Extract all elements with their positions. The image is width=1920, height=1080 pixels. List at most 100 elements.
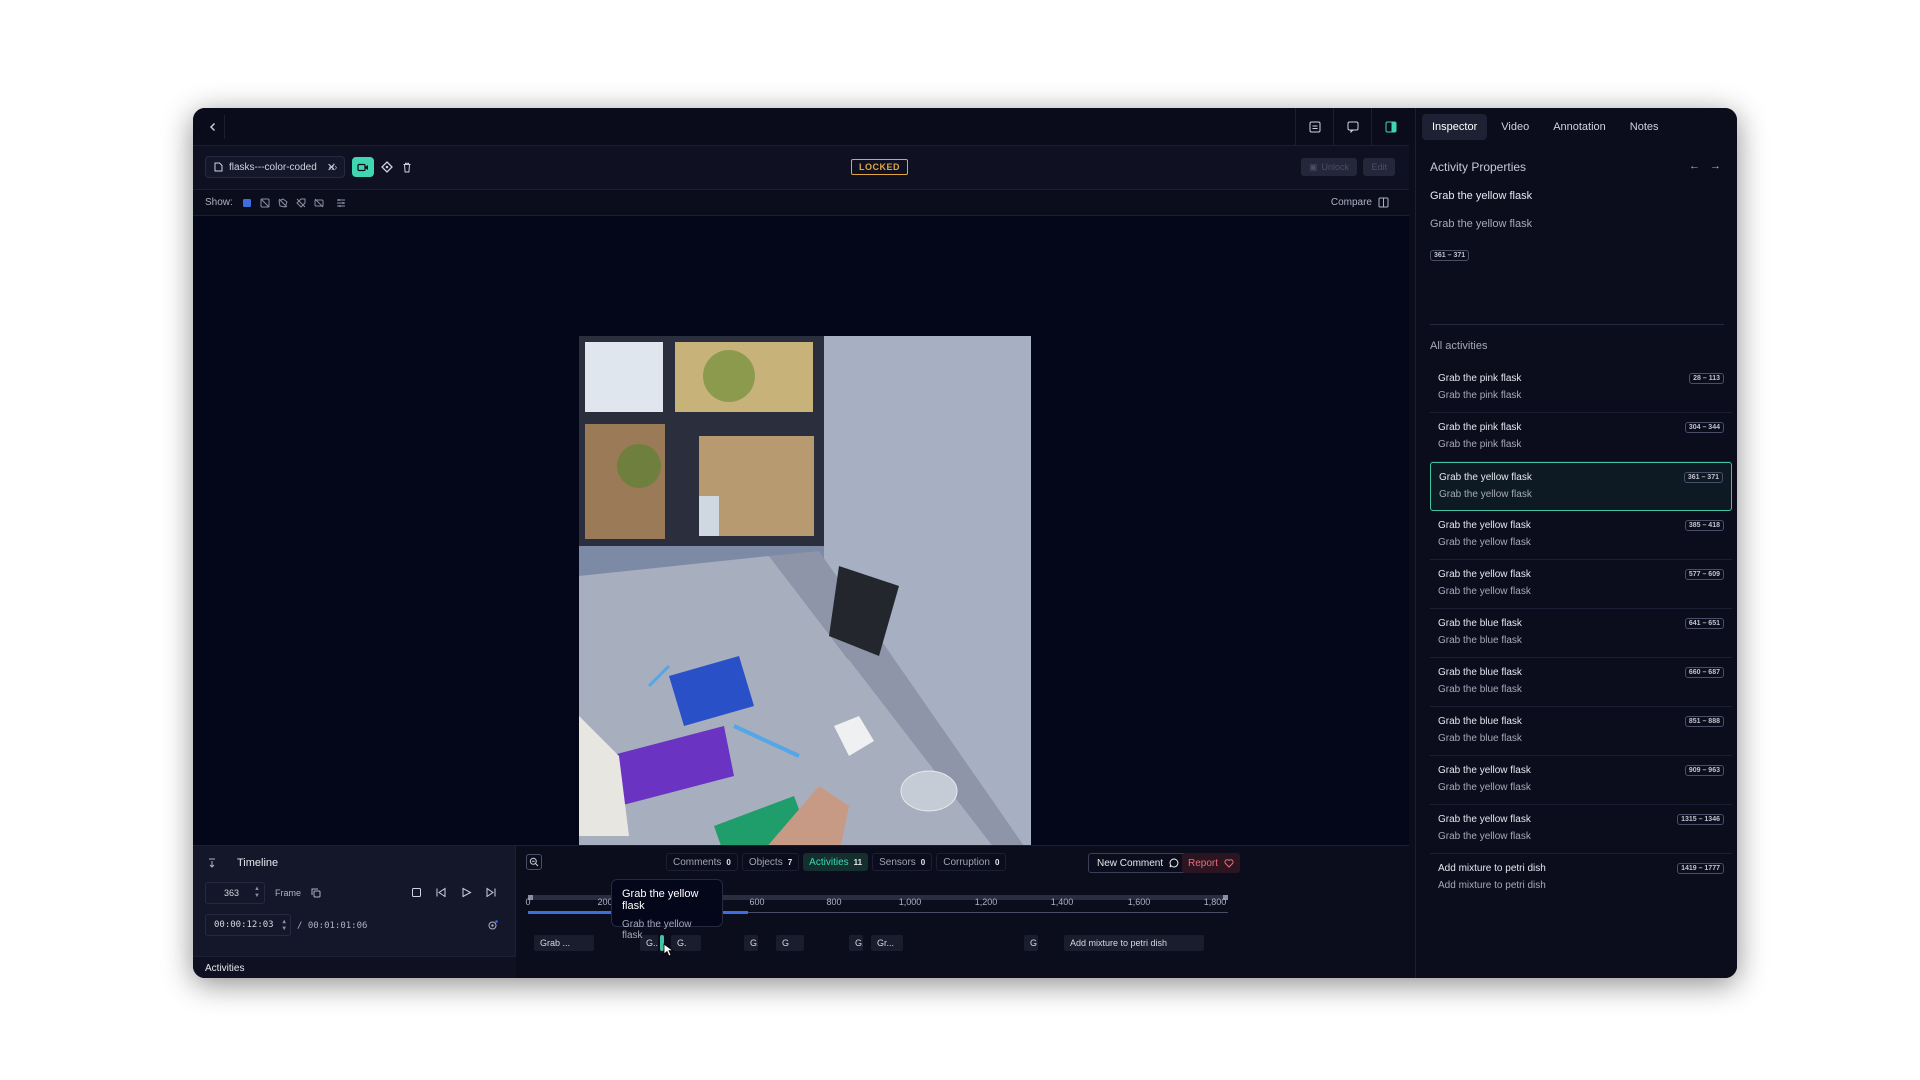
tag-hidden-icon[interactable]	[295, 197, 307, 209]
activity-segment[interactable]: G	[776, 935, 804, 951]
segment-tooltip: Grab the yellow flask Grab the yellow fl…	[611, 879, 723, 941]
tab-annotation[interactable]: Annotation	[1543, 114, 1616, 140]
zoom-button[interactable]	[526, 854, 542, 870]
filter-activities[interactable]: Activities 11	[803, 853, 869, 871]
activity-subtitle: Grab the yellow flask	[1438, 831, 1531, 842]
activity-segment[interactable]: Grab ...	[534, 935, 594, 951]
video-mode-button[interactable]	[352, 157, 374, 177]
filter-comments[interactable]: Comments 0	[666, 853, 738, 871]
activity-subtitle: Grab the blue flask	[1438, 684, 1522, 695]
range-badge: 361 – 371	[1683, 472, 1723, 483]
activity-segment[interactable]: Gr...	[871, 935, 903, 951]
activity-segment[interactable]: G	[1024, 935, 1038, 951]
activity-segment[interactable]: G.	[849, 935, 863, 951]
list-item[interactable]: Grab the blue flask Grab the blue flask 85…	[1430, 707, 1732, 756]
time-input[interactable]: 00:00:12:03 ▲ ▼	[205, 914, 291, 936]
lock-icon: ▣	[1308, 161, 1318, 172]
tab-notes[interactable]: Notes	[1620, 114, 1669, 140]
activity-segment[interactable]: G.	[744, 935, 758, 951]
back-button[interactable]	[201, 115, 225, 139]
chevron-left-icon	[209, 123, 215, 131]
collapse-icon[interactable]	[207, 858, 217, 868]
activity-title: Grab the blue flask	[1438, 618, 1522, 629]
activity-title: Grab the pink flask	[1438, 422, 1522, 433]
frame-label: Frame	[275, 888, 302, 898]
step-back-icon[interactable]	[435, 887, 447, 898]
show-label: Show:	[205, 197, 233, 208]
layout-toggle-button[interactable]	[1295, 108, 1333, 146]
arrow-left-icon[interactable]: ←	[1689, 160, 1700, 172]
list-item[interactable]: Grab the yellow flask Grab the yellow fla…	[1430, 756, 1732, 805]
time-value: 00:00:12:03	[214, 920, 274, 930]
range-badge: 1419 – 1777	[1677, 863, 1724, 874]
list-item[interactable]: Grab the blue flask Grab the blue flask 64…	[1430, 609, 1732, 658]
selected-activity-title[interactable]: Grab the yellow flask	[1430, 190, 1532, 202]
filter-objects[interactable]: Objects 7	[741, 853, 800, 871]
tab-inspector[interactable]: Inspector	[1422, 114, 1488, 140]
activity-nav: ← →	[1689, 160, 1721, 172]
list-item[interactable]: Grab the yellow flask Grab the yellow fla…	[1430, 560, 1732, 609]
all-activities-label: All activities	[1430, 340, 1488, 352]
settings-icon[interactable]	[487, 920, 498, 931]
delete-button[interactable]	[397, 157, 417, 177]
range-badge: 1315 – 1346	[1677, 814, 1724, 825]
trash-icon	[403, 162, 411, 172]
activities-label: Activities	[205, 963, 245, 974]
sidebar-right-icon	[1385, 121, 1396, 133]
bbox-filled-icon[interactable]	[241, 197, 253, 209]
filter-count: 0	[726, 857, 731, 867]
play-icon[interactable]	[461, 887, 472, 898]
list-item[interactable]: Grab the yellow flask Grab the yellow fla…	[1430, 511, 1732, 560]
comment-icon	[1169, 858, 1179, 868]
range-badge: 304 – 344	[1684, 422, 1724, 433]
tab-video[interactable]: Video	[1491, 114, 1539, 140]
list-item[interactable]: Grab the pink flask Grab the pink flask 28…	[1430, 364, 1732, 413]
new-comment-button[interactable]: New Comment	[1088, 853, 1189, 873]
activity-segment[interactable]: Add mixture to petri dish	[1064, 935, 1204, 951]
edit-button[interactable]: Edit	[1363, 158, 1395, 176]
range-badge: 28 – 113	[1689, 373, 1724, 384]
filter-corruption[interactable]: Corruption 0	[936, 853, 1007, 871]
step-forward-icon[interactable]	[485, 887, 497, 898]
duration-text: / 00:01:01:06	[297, 921, 368, 931]
video-stage[interactable]	[193, 216, 1409, 952]
compare-toggle[interactable]: Compare	[1331, 197, 1389, 208]
inspector-toggle-button[interactable]	[1371, 108, 1409, 146]
stepper-icon[interactable]: ▲ ▼	[254, 886, 260, 900]
zoom-icon	[529, 857, 539, 867]
mouse-pointer-icon	[663, 943, 674, 957]
code-toggle-button[interactable]: ‹/›	[323, 157, 343, 177]
frame-input[interactable]: 363 ▲ ▼	[205, 882, 265, 904]
selected-activity-subtitle[interactable]: Grab the yellow flask	[1430, 218, 1532, 230]
activity-title: Grab the yellow flask	[1438, 765, 1531, 776]
copy-icon[interactable]	[311, 888, 321, 898]
ruler-label: 0	[525, 897, 531, 907]
comments-toggle-button[interactable]	[1333, 108, 1371, 146]
filter-settings-icon[interactable]	[335, 197, 347, 209]
report-button[interactable]: Report	[1182, 853, 1241, 873]
columns-icon	[1378, 197, 1389, 208]
list-item[interactable]: Grab the yellow flask Grab the yellow fla…	[1430, 805, 1732, 854]
bbox-hidden-icon[interactable]	[259, 197, 271, 209]
list-item[interactable]: Grab the pink flask Grab the pink flask 30…	[1430, 413, 1732, 462]
keypoint-tool-button[interactable]	[377, 157, 397, 177]
timeline-track: Comments 0 Objects 7 Activities 11 Sensors 0…	[516, 845, 1409, 978]
filter-sensors[interactable]: Sensors 0	[872, 853, 933, 871]
arrow-right-icon[interactable]: →	[1710, 160, 1721, 172]
ruler-label: 1,000	[898, 897, 922, 907]
compare-label: Compare	[1330, 197, 1372, 208]
filter-label: Comments	[673, 856, 722, 868]
activity-subtitle: Grab the yellow flask	[1439, 489, 1532, 500]
time-stepper-icon[interactable]: ▲ ▼	[282, 918, 286, 932]
activity-title: Grab the blue flask	[1438, 716, 1522, 727]
activity-title: Grab the yellow flask	[1438, 569, 1531, 580]
unlock-button[interactable]: ▣ Unlock	[1300, 158, 1357, 176]
list-item-selected[interactable]: Grab the yellow flask Grab the yellow fla…	[1430, 462, 1732, 511]
stop-icon[interactable]	[411, 887, 422, 898]
list-item[interactable]: Add mixture to petri dish Add mixture to …	[1430, 854, 1732, 903]
polygon-hidden-icon[interactable]	[277, 197, 289, 209]
list-item[interactable]: Grab the blue flask Grab the blue flask 66…	[1430, 658, 1732, 707]
activity-subtitle: Grab the pink flask	[1438, 390, 1522, 401]
inspector-tabs: Inspector Video Annotation Notes	[1422, 114, 1669, 140]
image-hidden-icon[interactable]	[313, 197, 325, 209]
